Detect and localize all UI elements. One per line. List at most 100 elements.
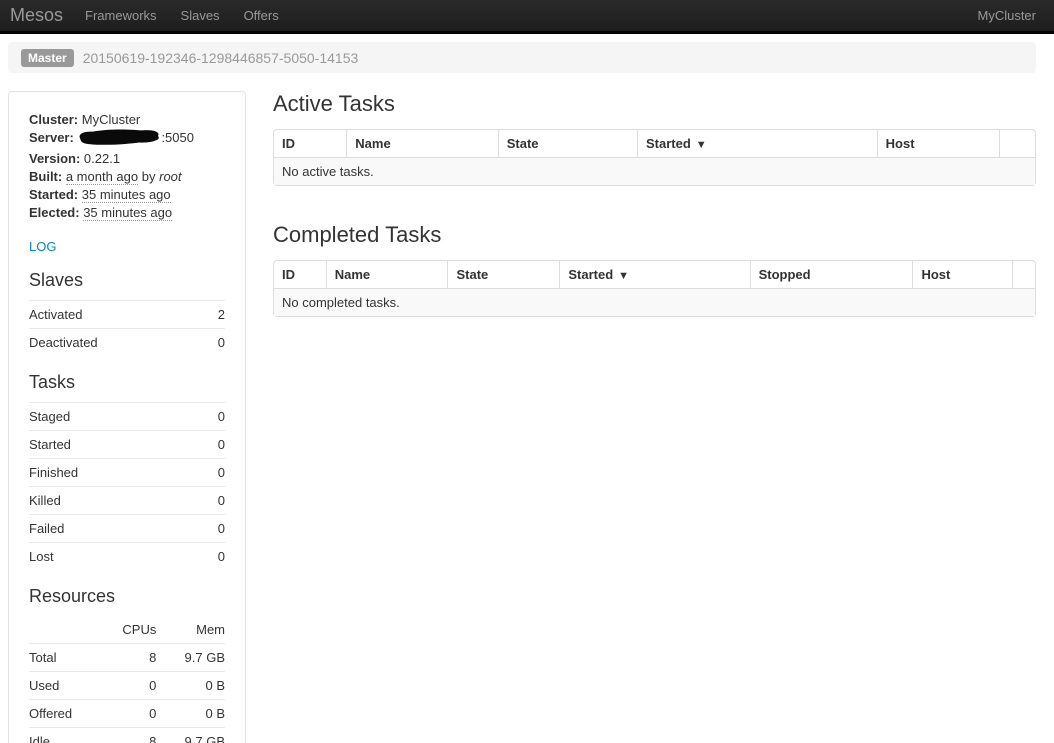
table-row: Activated 2 [29, 301, 225, 329]
table-row: Total 8 9.7 GB [29, 644, 225, 672]
stat-value: 0 [200, 459, 225, 487]
column-header-stopped[interactable]: Stopped [750, 261, 913, 289]
cluster-name-label: MyCluster [977, 8, 1036, 23]
column-header-name[interactable]: Name [326, 261, 448, 289]
completed-tasks-table: ID Name State Started▼ Stopped Host No c… [273, 260, 1036, 317]
master-badge: Master [21, 49, 74, 67]
empty-state-message: No completed tasks. [274, 289, 1035, 316]
table-row: Killed 0 [29, 487, 225, 515]
column-header-blank [1012, 261, 1035, 289]
built-time: a month ago [66, 169, 138, 185]
column-header-started[interactable]: Started▼ [559, 261, 749, 289]
stat-label: Staged [29, 403, 200, 431]
stat-label: Killed [29, 487, 200, 515]
table-row: Failed 0 [29, 515, 225, 543]
log-link[interactable]: LOG [29, 239, 56, 254]
column-header-name[interactable]: Name [346, 130, 497, 158]
table-row: Lost 0 [29, 543, 225, 571]
active-tasks-table: ID Name State Started▼ Host No active ta… [273, 129, 1036, 186]
active-tasks-section: Active Tasks ID Name State Started▼ Host [273, 91, 1036, 186]
column-header-host[interactable]: Host [877, 130, 1000, 158]
cluster-line: Cluster: MyCluster [29, 111, 225, 129]
cluster-info-panel: Cluster: MyCluster Server: :5050 Version… [8, 91, 246, 743]
built-line: Built: a month ago by root [29, 168, 225, 186]
mem-value: 9.7 GB [156, 644, 225, 672]
server-line: Server: :5050 [29, 129, 225, 150]
stat-label: Idle [29, 728, 103, 743]
table-row: Finished 0 [29, 459, 225, 487]
column-header-state[interactable]: State [498, 130, 637, 158]
cpus-value: 0 [103, 672, 156, 700]
stat-label: Activated [29, 301, 206, 329]
stat-value: 0 [200, 543, 225, 571]
resources-table: CPUs Mem Total 8 9.7 GB Used 0 0 B Offer… [29, 616, 225, 743]
mem-value: 9.7 GB [156, 728, 225, 743]
column-header-id[interactable]: ID [274, 130, 346, 158]
mem-value: 0 B [156, 700, 225, 728]
table-row: Staged 0 [29, 403, 225, 431]
version-label: Version: [29, 151, 80, 166]
built-user: root [159, 169, 181, 184]
resources-section-title: Resources [29, 585, 225, 607]
cluster-label: Cluster: [29, 112, 78, 127]
table-row: CPUs Mem [29, 616, 225, 644]
table-row: Used 0 0 B [29, 672, 225, 700]
stat-value: 0 [200, 403, 225, 431]
nav-slaves[interactable]: Slaves [181, 8, 220, 23]
resources-corner-cell [29, 616, 103, 644]
stat-value: 0 [206, 329, 225, 357]
cpus-column-header: CPUs [103, 616, 156, 644]
navbar: Mesos Frameworks Slaves Offers MyCluster [0, 0, 1054, 34]
cluster-value: MyCluster [82, 112, 141, 127]
server-redaction-scribble [77, 128, 162, 151]
version-value: 0.22.1 [84, 151, 120, 166]
mem-column-header: Mem [156, 616, 225, 644]
stat-value: 0 [200, 431, 225, 459]
stat-label: Lost [29, 543, 200, 571]
stat-label: Finished [29, 459, 200, 487]
completed-tasks-title: Completed Tasks [273, 222, 1036, 248]
stat-value: 0 [200, 515, 225, 543]
started-value: 35 minutes ago [82, 187, 171, 203]
content-wrapper: Cluster: MyCluster Server: :5050 Version… [8, 91, 1036, 743]
table-row: Deactivated 0 [29, 329, 225, 357]
empty-state-row: No active tasks. [274, 158, 1035, 185]
stat-label: Failed [29, 515, 200, 543]
breadcrumb: Master 20150619-192346-1298446857-5050-1… [8, 42, 1036, 73]
tasks-table: Staged 0 Started 0 Finished 0 Killed 0 F… [29, 402, 225, 570]
main-content: Active Tasks ID Name State Started▼ Host [273, 91, 1036, 317]
stat-label: Deactivated [29, 329, 206, 357]
elected-value: 35 minutes ago [83, 205, 172, 221]
empty-state-message: No active tasks. [274, 158, 1035, 185]
started-line: Started: 35 minutes ago [29, 186, 225, 204]
cpus-value: 0 [103, 700, 156, 728]
completed-tasks-section: Completed Tasks ID Name State Started▼ S… [273, 222, 1036, 317]
server-label: Server: [29, 130, 74, 145]
stat-label: Total [29, 644, 103, 672]
started-label: Started: [29, 187, 78, 202]
brand-link[interactable]: Mesos [10, 5, 63, 26]
nav-offers[interactable]: Offers [244, 8, 279, 23]
table-header-row: ID Name State Started▼ Host [274, 130, 1035, 158]
stat-value: 0 [200, 487, 225, 515]
column-header-started[interactable]: Started▼ [637, 130, 877, 158]
cpus-value: 8 [103, 728, 156, 743]
active-tasks-title: Active Tasks [273, 91, 1036, 117]
sort-desc-icon: ▼ [696, 139, 707, 151]
column-header-host[interactable]: Host [912, 261, 1012, 289]
nav-frameworks[interactable]: Frameworks [85, 8, 157, 23]
column-header-id[interactable]: ID [274, 261, 326, 289]
built-label: Built: [29, 169, 62, 184]
version-line: Version: 0.22.1 [29, 150, 225, 168]
slaves-section-title: Slaves [29, 269, 225, 291]
table-row: Idle 8 9.7 GB [29, 728, 225, 743]
built-preposition: by [142, 169, 156, 184]
table-row: Offered 0 0 B [29, 700, 225, 728]
stat-label: Started [29, 431, 200, 459]
elected-label: Elected: [29, 205, 80, 220]
sort-desc-icon: ▼ [618, 270, 629, 282]
column-header-state[interactable]: State [447, 261, 559, 289]
table-header-row: ID Name State Started▼ Stopped Host [274, 261, 1035, 289]
table-row: Started 0 [29, 431, 225, 459]
stat-label: Offered [29, 700, 103, 728]
